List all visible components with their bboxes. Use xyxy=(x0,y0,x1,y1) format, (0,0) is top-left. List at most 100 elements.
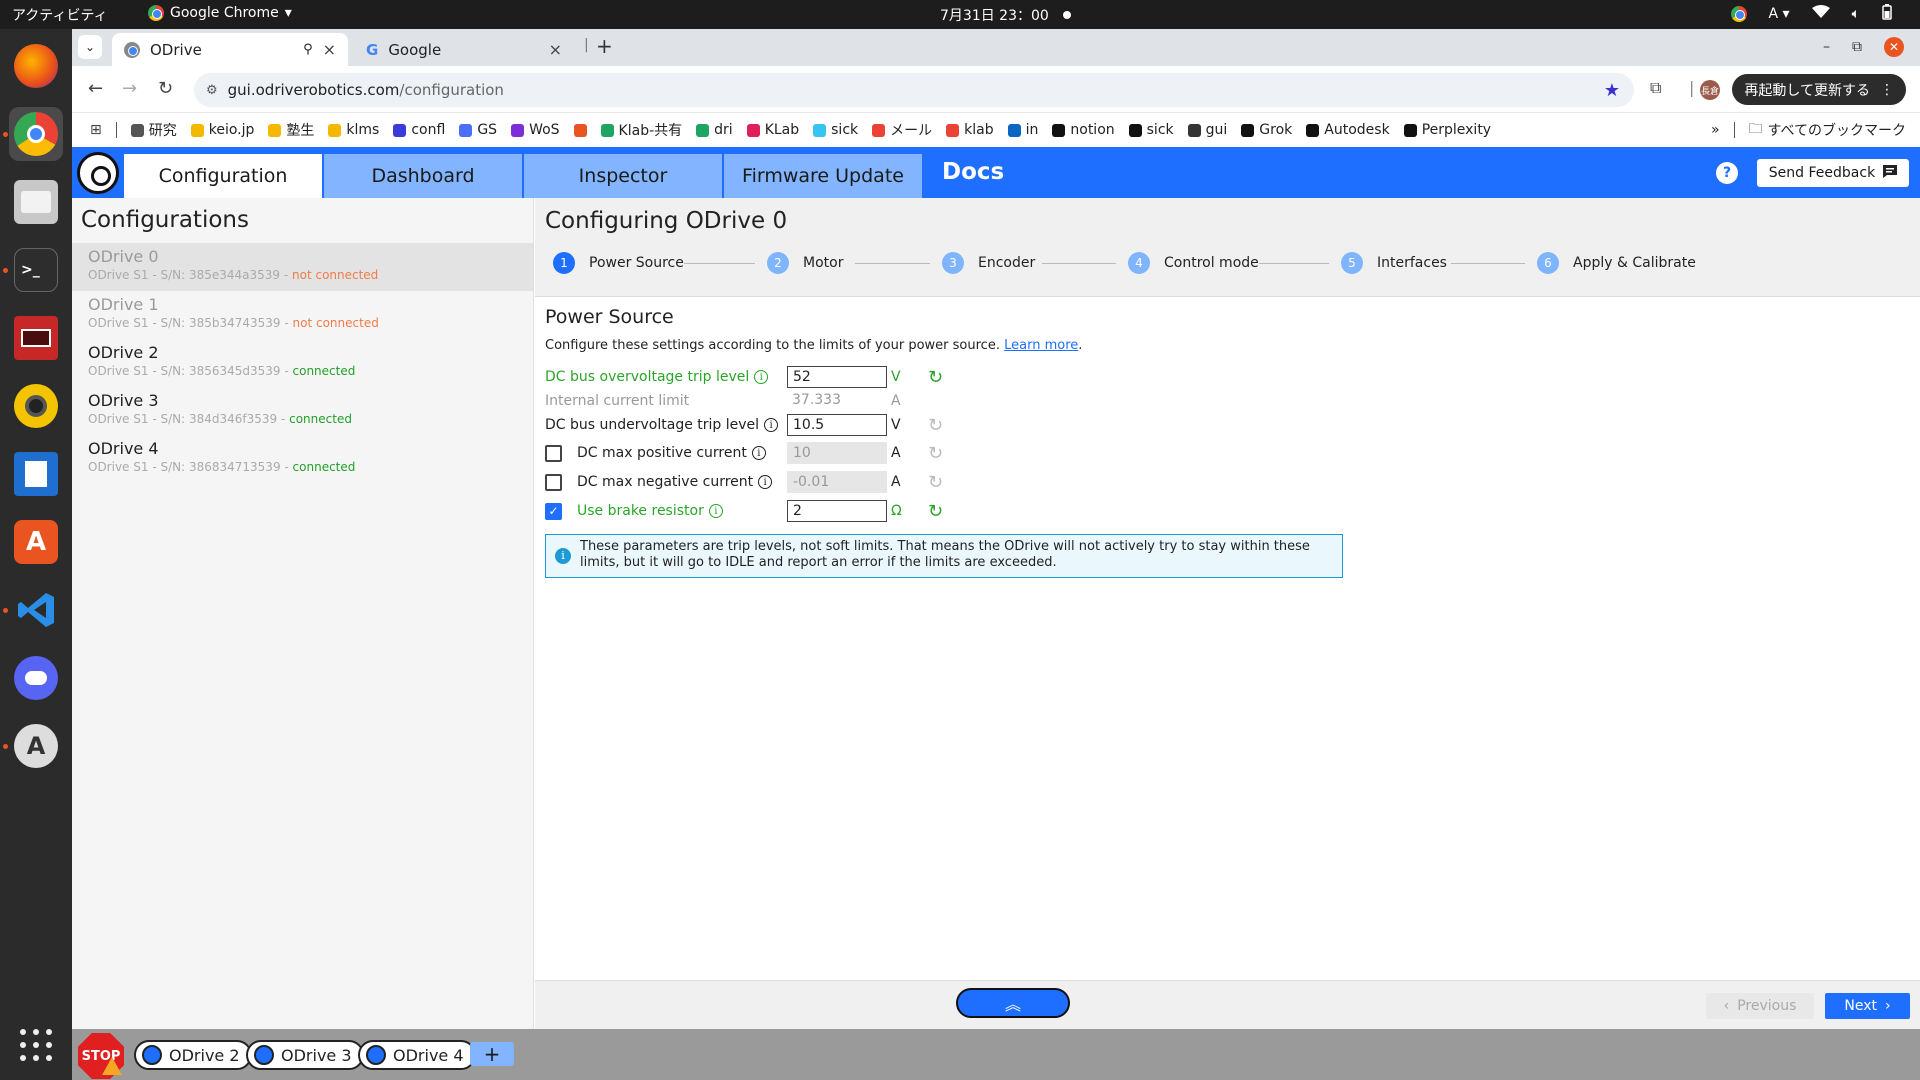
max-negative-current-checkbox[interactable] xyxy=(545,473,562,491)
bookmark-item[interactable]: Autodesk xyxy=(1306,122,1390,138)
bookmark-item[interactable]: GS xyxy=(459,122,497,138)
bookmark-item[interactable]: メール xyxy=(872,120,932,140)
wifi-icon[interactable] xyxy=(1811,5,1830,23)
device-pill[interactable]: ODrive 3 xyxy=(246,1040,364,1070)
tab-dashboard[interactable]: Dashboard xyxy=(324,154,522,198)
url-bar[interactable]: ⚙ gui.odriverobotics.com/configuration ★ xyxy=(194,73,1634,107)
bookmark-item[interactable]: KLab xyxy=(746,122,799,138)
forward-icon[interactable]: → xyxy=(122,78,137,99)
bookmark-item[interactable]: WoS xyxy=(511,122,560,138)
bookmark-item[interactable]: Klab-共有 xyxy=(600,120,682,140)
reload-icon[interactable]: ↻ xyxy=(158,78,173,99)
volume-icon[interactable]: 🔈︎ xyxy=(1852,6,1860,22)
docs-link[interactable]: Docs xyxy=(942,159,1004,185)
undervoltage-input[interactable]: 10.5 xyxy=(787,414,887,436)
system-tray[interactable]: A ▾ 🔈︎ xyxy=(1730,4,1892,24)
info-icon[interactable]: i xyxy=(758,475,773,489)
dock-terminal[interactable]: >_ xyxy=(9,243,63,297)
help-icon[interactable]: ? xyxy=(1716,162,1738,184)
bookmark-item[interactable]: sick xyxy=(1128,122,1174,138)
tab-firmware-update[interactable]: Firmware Update xyxy=(724,154,922,198)
bookmark-item[interactable]: 塾生 xyxy=(268,120,314,140)
app-menu[interactable]: Google Chrome ▾ xyxy=(148,5,292,21)
bookmark-item[interactable]: 研究 xyxy=(130,120,177,140)
bookmark-item[interactable]: keio.jp xyxy=(190,122,254,138)
dock-software-updater[interactable]: A xyxy=(9,719,63,773)
all-bookmarks-folder[interactable]: 🗀 すべてのブックマーク xyxy=(1749,118,1906,142)
device-list-item[interactable]: ODrive 4 ODrive S1 - S/N: 386834713539 - … xyxy=(72,435,533,483)
new-tab-icon[interactable]: + xyxy=(596,34,613,58)
info-icon[interactable]: i xyxy=(754,370,769,384)
clock[interactable]: 7月31日 23：00 xyxy=(940,5,1071,25)
close-tab-icon[interactable]: × xyxy=(549,40,562,59)
bookmark-item[interactable]: sick xyxy=(813,122,858,138)
dock-vscode[interactable] xyxy=(9,583,63,637)
info-icon[interactable]: i xyxy=(708,504,723,518)
show-apps-icon[interactable] xyxy=(20,1029,52,1061)
dock-app-center[interactable]: A xyxy=(9,515,63,569)
close-window-icon[interactable]: ✕ xyxy=(1884,37,1904,57)
max-positive-current-checkbox[interactable] xyxy=(545,444,562,462)
device-list-item[interactable]: ODrive 2 ODrive S1 - S/N: 3856345d3539 - … xyxy=(72,339,533,387)
extensions-icon[interactable]: ⧉ xyxy=(1650,78,1661,98)
brake-resistor-checkbox[interactable]: ✓ xyxy=(545,502,562,520)
wizard-step[interactable]: 1 Power Source xyxy=(553,252,684,274)
apps-grid-icon[interactable]: ⊞ xyxy=(90,122,102,138)
profile-avatar[interactable]: 長倉 xyxy=(1700,80,1720,100)
bookmark-item[interactable]: klms xyxy=(328,122,379,138)
dock-firefox[interactable] xyxy=(9,39,63,93)
dock-chrome[interactable] xyxy=(9,107,63,161)
battery-icon[interactable] xyxy=(1882,4,1892,24)
device-list-item[interactable]: ODrive 0 ODrive S1 - S/N: 385e344a3539 - … xyxy=(72,243,533,291)
device-pill[interactable]: ODrive 4 xyxy=(358,1040,476,1070)
tab-configuration[interactable]: Configuration xyxy=(124,154,322,198)
bookmark-item[interactable]: confl xyxy=(393,122,445,138)
bookmark-item[interactable]: notion xyxy=(1052,122,1115,138)
browser-tab-odrive[interactable]: ODrive ⚲ × xyxy=(112,33,348,66)
previous-button[interactable]: ‹ Previous xyxy=(1706,993,1814,1019)
input-method-indicator[interactable]: A ▾ xyxy=(1769,6,1790,22)
browser-tab-google[interactable]: G Google × xyxy=(354,33,574,66)
wizard-step[interactable]: 2 Motor xyxy=(767,252,844,274)
tab-search-button[interactable]: ⌄ xyxy=(78,35,102,59)
minimize-icon[interactable]: – xyxy=(1823,39,1830,55)
dock-discord[interactable] xyxy=(9,651,63,705)
activities-button[interactable]: アクティビティ xyxy=(12,5,108,25)
add-device-button[interactable]: + xyxy=(470,1042,514,1066)
reset-icon[interactable]: ↻ xyxy=(928,443,943,464)
info-icon[interactable]: i xyxy=(751,446,766,460)
bookmark-item[interactable]: klab xyxy=(946,122,994,138)
wizard-step[interactable]: 5 Interfaces xyxy=(1341,252,1447,274)
reset-icon[interactable]: ↻ xyxy=(928,367,943,388)
max-positive-current-input[interactable]: 10 xyxy=(787,442,887,464)
wizard-step[interactable]: 6 Apply & Calibrate xyxy=(1537,252,1696,274)
dock-app-red[interactable] xyxy=(9,311,63,365)
site-info-icon[interactable]: ⚙ xyxy=(206,83,218,98)
bookmark-item[interactable]: gui xyxy=(1187,122,1227,138)
reset-icon[interactable]: ↻ xyxy=(928,501,943,522)
device-list-item[interactable]: ODrive 3 ODrive S1 - S/N: 384d346f3539 - … xyxy=(72,387,533,435)
overvoltage-input[interactable]: 52 xyxy=(787,366,887,388)
close-tab-icon[interactable]: × xyxy=(323,40,336,59)
wizard-step[interactable]: 4 Control mode xyxy=(1128,252,1259,274)
info-icon[interactable]: i xyxy=(764,418,779,432)
bookmark-item[interactable]: in xyxy=(1007,122,1038,138)
device-list-item[interactable]: ODrive 1 ODrive S1 - S/N: 385b34743539 - … xyxy=(72,291,533,339)
relaunch-update-button[interactable]: 再起動して更新する ⋮ xyxy=(1732,74,1906,105)
dock-writer[interactable] xyxy=(9,447,63,501)
expand-panel-button[interactable]: ︽ xyxy=(956,988,1070,1018)
max-negative-current-input[interactable]: -0.01 xyxy=(787,471,887,493)
next-button[interactable]: Next › xyxy=(1825,993,1910,1019)
tab-inspector[interactable]: Inspector xyxy=(524,154,722,198)
chrome-tray-icon[interactable] xyxy=(1730,6,1747,22)
dock-rhythmbox[interactable] xyxy=(9,379,63,433)
dock-files[interactable] xyxy=(9,175,63,229)
bookmark-item[interactable]: Perplexity xyxy=(1403,122,1491,138)
wizard-step[interactable]: 3 Encoder xyxy=(942,252,1036,274)
more-bookmarks-icon[interactable]: » xyxy=(1711,122,1720,138)
reset-icon[interactable]: ↻ xyxy=(928,472,943,493)
back-icon[interactable]: ← xyxy=(88,78,103,99)
bookmark-item[interactable] xyxy=(573,123,587,137)
learn-more-link[interactable]: Learn more xyxy=(1004,338,1078,353)
restore-icon[interactable]: ⧉ xyxy=(1852,39,1862,55)
